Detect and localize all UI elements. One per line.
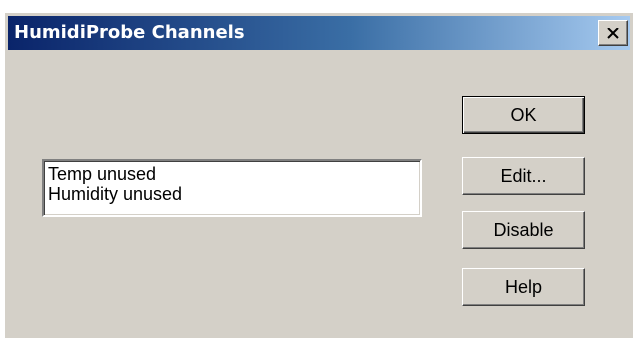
help-button[interactable]: Help bbox=[462, 268, 585, 306]
list-item-humidity[interactable]: Humidity unused bbox=[48, 184, 420, 204]
ok-button[interactable]: OK bbox=[462, 96, 585, 134]
title-bar[interactable]: HumidiProbe Channels bbox=[8, 16, 630, 50]
close-button[interactable] bbox=[598, 20, 628, 46]
window-title: HumidiProbe Channels bbox=[14, 22, 245, 43]
channel-listbox[interactable]: Temp unused Humidity unused bbox=[42, 159, 422, 217]
edit-button[interactable]: Edit... bbox=[462, 157, 585, 195]
dialog-window: HumidiProbe Channels Temp unused Humidit… bbox=[4, 12, 633, 338]
disable-button[interactable]: Disable bbox=[462, 211, 585, 249]
list-item-temp[interactable]: Temp unused bbox=[48, 164, 420, 184]
close-icon bbox=[607, 27, 619, 39]
